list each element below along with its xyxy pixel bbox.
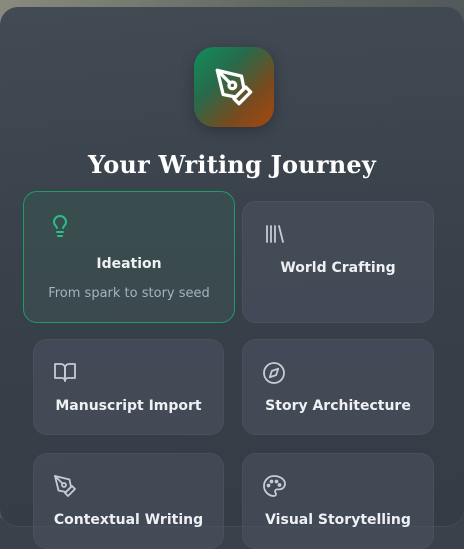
journey-panel: Your Writing Journey Ideation From spark… [0, 7, 464, 549]
card-label: Visual Storytelling [265, 512, 411, 528]
card-visual-storytelling[interactable]: Visual Storytelling [242, 453, 434, 549]
book-open-icon [54, 363, 76, 382]
card-label: Ideation [96, 256, 162, 272]
card-subtitle: From spark to story seed [48, 286, 210, 301]
palette-icon [263, 475, 286, 497]
card-story-architecture[interactable]: Story Architecture [242, 339, 434, 435]
card-label: Story Architecture [265, 398, 411, 414]
library-icon [266, 225, 284, 243]
page-title: Your Writing Journey [87, 150, 377, 179]
app-logo [194, 47, 274, 127]
compass-icon [263, 362, 285, 384]
pen-nib-icon [215, 68, 253, 106]
card-ideation[interactable]: Ideation From spark to story seed [23, 191, 235, 323]
card-label: Manuscript Import [55, 398, 202, 414]
card-contextual-writing[interactable]: Contextual Writing [33, 453, 224, 549]
card-manuscript-import[interactable]: Manuscript Import [33, 339, 224, 435]
card-world-crafting[interactable]: World Crafting [242, 201, 434, 323]
lightbulb-icon [53, 215, 67, 237]
card-label: Contextual Writing [53, 512, 204, 528]
pen-tool-icon [54, 475, 76, 497]
card-label: World Crafting [280, 260, 396, 276]
